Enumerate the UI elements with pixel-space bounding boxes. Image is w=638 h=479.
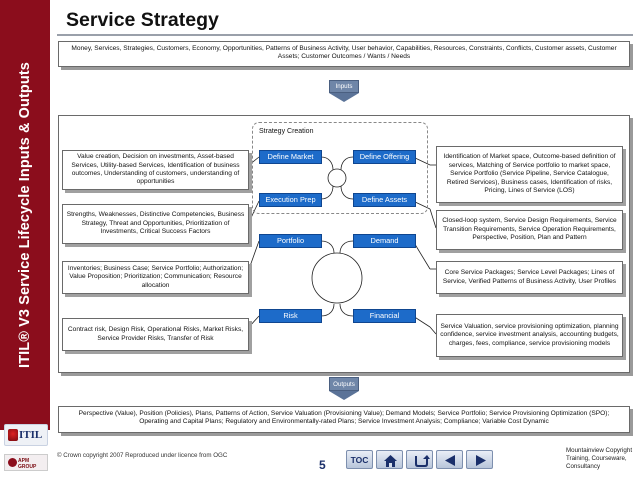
inputs-box: Money, Services, Strategies, Customers, … [58,41,630,67]
right-box-assets-text: Closed-loop system, Service Design Requi… [442,217,617,242]
node-financial: Financial [353,309,416,323]
arrow-right-icon [476,455,486,466]
right-box-assets: Closed-loop system, Service Design Requi… [436,210,623,250]
outputs-box: Perspective (Value), Position (Policies)… [58,406,630,433]
toc-button[interactable]: TOC [346,450,373,469]
outputs-arrow-label: Outputs [333,381,355,388]
sidebar-title: ITIL® V3 Service Lifecycle Inputs & Outp… [17,62,33,368]
apm-logo-text: APM GROUP [18,458,37,470]
title-divider [57,34,633,36]
page-title: Service Strategy [66,9,219,31]
previous-slide-button[interactable] [436,450,463,469]
inputs-text: Money, Services, Strategies, Customers, … [71,45,617,61]
left-box-market-text: Value creation, Decision on investments,… [71,153,240,186]
strategy-creation-label: Strategy Creation [259,128,314,135]
left-box-portfolio-text: Inventories; Business Case; Service Port… [67,264,244,289]
left-box-risk: Contract risk, Design Risk, Operational … [62,318,249,351]
right-box-financial: Service Valuation, service provisioning … [436,314,623,357]
home-icon [384,455,397,467]
node-define-assets: Define Assets [353,193,416,207]
node-portfolio: Portfolio [259,234,322,248]
itil-logo: ITIL [4,424,48,446]
outputs-arrow: Outputs [329,377,359,400]
outputs-text: Perspective (Value), Position (Policies)… [78,410,610,426]
inputs-arrow-label: Inputs [335,83,353,90]
inputs-arrow: Inputs [329,80,359,102]
node-risk: Risk [259,309,322,323]
return-icon [415,455,430,467]
apm-logo: APM GROUP [4,454,48,471]
copyright-text: © Crown copyright 2007 Reproduced under … [57,452,228,459]
left-box-market: Value creation, Decision on investments,… [62,150,249,190]
sidebar-banner: ITIL® V3 Service Lifecycle Inputs & Outp… [0,0,50,430]
right-box-offering: Identification of Market space, Outcome-… [436,146,623,203]
left-box-risk-text: Contract risk, Design Risk, Operational … [67,326,244,342]
right-box-financial-text: Service Valuation, service provisioning … [440,322,619,347]
page-number: 5 [319,458,326,472]
right-box-offering-text: Identification of Market space, Outcome-… [443,153,616,195]
footer-right-text: Mountainview Copyright Training, Coursew… [566,447,633,471]
itil-logo-mark [8,429,18,441]
right-box-demand-text: Core Service Packages; Service Level Pac… [442,269,617,285]
home-button[interactable] [376,450,403,469]
node-define-offering: Define Offering [353,150,416,164]
toc-button-label: TOC [350,455,369,465]
node-demand: Demand [353,234,416,248]
itil-logo-text: ITIL [19,429,43,441]
right-box-demand: Core Service Packages; Service Level Pac… [436,261,623,294]
arrow-left-icon [445,455,455,466]
back-return-button[interactable] [406,450,433,469]
left-box-execution-text: Strengths, Weaknesses, Distinctive Compe… [66,211,245,236]
apm-logo-mark [8,458,17,467]
node-define-market: Define Market [259,150,322,164]
left-box-execution: Strengths, Weaknesses, Distinctive Compe… [62,204,249,244]
left-box-portfolio: Inventories; Business Case; Service Port… [62,261,249,294]
next-slide-button[interactable] [466,450,493,469]
node-execution-prep: Execution Prep [259,193,322,207]
